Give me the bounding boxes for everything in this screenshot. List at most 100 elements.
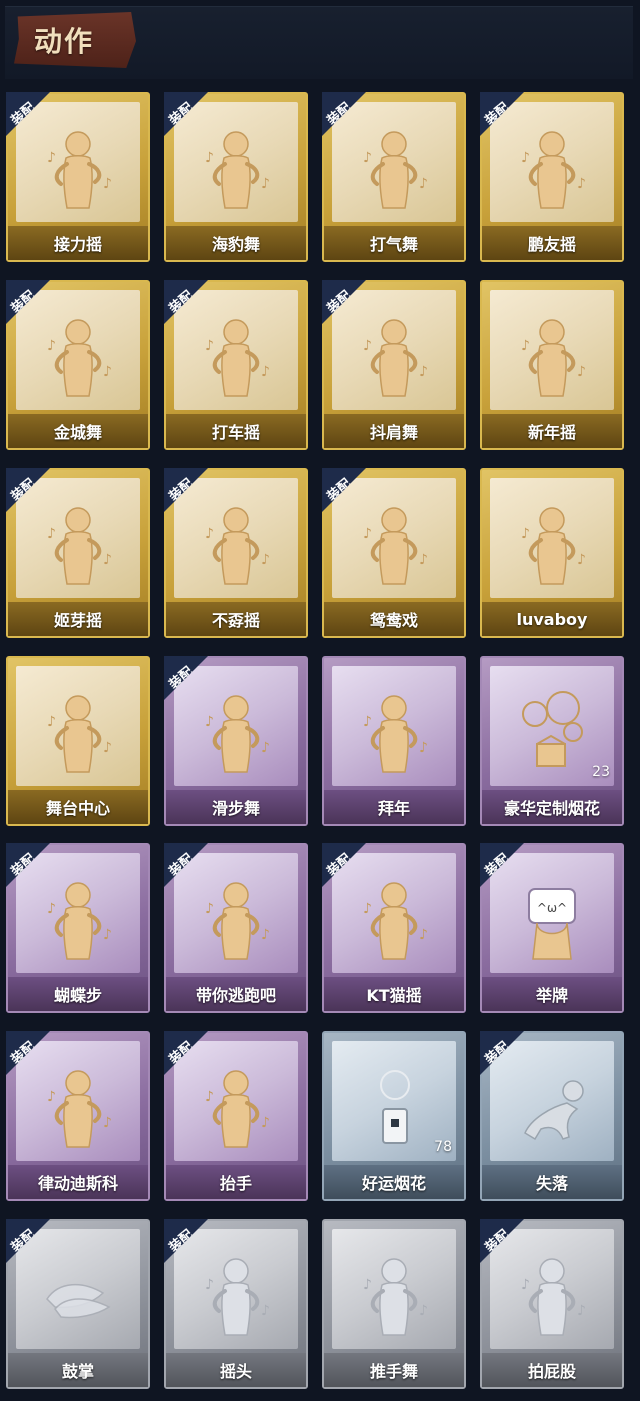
emote-name: 举牌 bbox=[535, 986, 568, 1005]
dance-figure-icon: ♪ ♪ bbox=[507, 124, 597, 210]
emote-name: 摇头 bbox=[219, 1362, 252, 1381]
svg-text:♪: ♪ bbox=[577, 552, 586, 568]
emote-artwork bbox=[16, 1229, 140, 1349]
emote-card[interactable]: ♪ ♪ 装配 蝴蝶步 bbox=[6, 843, 150, 1013]
emote-card[interactable]: ♪ ♪ 装配 律动迪斯科 bbox=[6, 1031, 150, 1201]
svg-text:♪: ♪ bbox=[103, 927, 112, 943]
emote-name-strip: 新年摇 bbox=[482, 414, 622, 448]
emote-artwork: ♪ ♪ bbox=[490, 102, 614, 222]
emote-name: 接力摇 bbox=[53, 235, 102, 254]
emote-name: 律动迪斯科 bbox=[37, 1174, 118, 1193]
emote-card[interactable]: ♪ ♪ 装配 KT猫摇 bbox=[322, 843, 466, 1013]
emote-artwork: ♪ ♪ bbox=[16, 853, 140, 973]
svg-text:♪: ♪ bbox=[103, 1115, 112, 1131]
emote-card[interactable]: 装配 鼓掌 bbox=[6, 1219, 150, 1389]
emote-name-strip: 接力摇 bbox=[8, 226, 148, 260]
emote-card[interactable]: ♪ ♪ 装配 摇头 bbox=[164, 1219, 308, 1389]
emote-card[interactable]: ♪ ♪ 装配 拍屁股 bbox=[480, 1219, 624, 1389]
emote-card[interactable]: 78 好运烟花 bbox=[322, 1031, 466, 1201]
emote-card[interactable]: 装配 失落 bbox=[480, 1031, 624, 1201]
svg-text:♪: ♪ bbox=[363, 714, 372, 730]
emote-card[interactable]: ♪ ♪ 舞台中心 bbox=[6, 656, 150, 826]
emote-card[interactable]: ^ω^ 装配 举牌 bbox=[480, 843, 624, 1013]
emote-card[interactable]: ♪ ♪ 装配 滑步舞 bbox=[164, 656, 308, 826]
emote-name: 好运烟花 bbox=[361, 1174, 426, 1193]
emote-name: luvaboy bbox=[516, 609, 588, 629]
svg-text:♪: ♪ bbox=[363, 1277, 372, 1293]
emote-artwork: ♪ ♪ bbox=[332, 1229, 456, 1349]
emote-card[interactable]: 23 豪华定制烟花 bbox=[480, 656, 624, 826]
emote-grid: ♪ ♪ 装配 接力摇 ♪ ♪ 装配 海豹舞 ♪ ♪ 装配 打气舞 ♪ ♪ 装配 鹏友摇 ♪ ♪ 装配 金城舞 ♪ ♪ 装配打… bbox=[0, 0, 640, 1401]
emote-name: KT猫摇 bbox=[366, 986, 422, 1005]
svg-text:♪: ♪ bbox=[261, 176, 270, 192]
emote-name: 带你逃跑吧 bbox=[195, 986, 276, 1005]
emote-name: 鹏友摇 bbox=[527, 235, 576, 254]
emote-name-strip: 舞台中心 bbox=[8, 790, 148, 824]
svg-text:♪: ♪ bbox=[521, 338, 530, 354]
emote-card[interactable]: ♪ ♪ 装配 抬手 bbox=[164, 1031, 308, 1201]
svg-text:♪: ♪ bbox=[577, 1303, 586, 1319]
svg-text:♪: ♪ bbox=[47, 1089, 56, 1105]
emote-name-strip: 抖肩舞 bbox=[324, 414, 464, 448]
emote-card[interactable]: ♪ ♪ 拜年 bbox=[322, 656, 466, 826]
emote-card[interactable]: ♪ ♪ 装配 鸳鸯戏 bbox=[322, 468, 466, 638]
emote-artwork: ♪ ♪ bbox=[332, 853, 456, 973]
emote-name: 蝴蝶步 bbox=[53, 986, 102, 1005]
emote-name-strip: 带你逃跑吧 bbox=[166, 977, 306, 1011]
dance-figure-icon: ♪ ♪ bbox=[191, 312, 281, 398]
svg-text:♪: ♪ bbox=[103, 552, 112, 568]
emote-name: 姬芽摇 bbox=[53, 611, 102, 630]
svg-text:♪: ♪ bbox=[521, 150, 530, 166]
emote-name-strip: KT猫摇 bbox=[324, 977, 464, 1011]
dance-figure-icon: ♪ ♪ bbox=[33, 312, 123, 398]
emote-artwork bbox=[490, 1041, 614, 1161]
item-count: 23 bbox=[592, 764, 610, 780]
dance-figure-icon: ♪ ♪ bbox=[191, 124, 281, 210]
svg-text:♪: ♪ bbox=[205, 338, 214, 354]
emote-artwork: ♪ ♪ bbox=[332, 666, 456, 786]
emote-artwork: ♪ ♪ bbox=[174, 1041, 298, 1161]
svg-text:♪: ♪ bbox=[419, 927, 428, 943]
dance-figure-icon: ♪ ♪ bbox=[33, 875, 123, 961]
svg-text:♪: ♪ bbox=[363, 901, 372, 917]
emote-artwork: ♪ ♪ bbox=[174, 478, 298, 598]
emote-name: 推手舞 bbox=[369, 1362, 418, 1381]
emote-card[interactable]: ♪ ♪ 装配 姬芽摇 bbox=[6, 468, 150, 638]
svg-text:♪: ♪ bbox=[103, 364, 112, 380]
dance-figure-icon: ♪ ♪ bbox=[349, 688, 439, 774]
emote-card[interactable]: ♪ ♪ 装配 抖肩舞 bbox=[322, 280, 466, 450]
emote-artwork: ♪ ♪ bbox=[174, 290, 298, 410]
emote-name-strip: 举牌 bbox=[482, 977, 622, 1011]
dance-figure-icon: ♪ ♪ bbox=[33, 688, 123, 774]
emote-card[interactable]: ♪ ♪ 装配 不孬摇 bbox=[164, 468, 308, 638]
emote-name: 抬手 bbox=[219, 1174, 252, 1193]
emote-name: 新年摇 bbox=[527, 423, 576, 442]
dance-figure-icon: ♪ ♪ bbox=[349, 875, 439, 961]
emote-card[interactable]: ♪ ♪ 装配 打车摇 bbox=[164, 280, 308, 450]
crawling-figure-icon bbox=[507, 1063, 597, 1149]
emote-card[interactable]: ♪ ♪ luvaboy bbox=[480, 468, 624, 638]
svg-text:♪: ♪ bbox=[419, 1303, 428, 1319]
svg-text:♪: ♪ bbox=[205, 1277, 214, 1293]
emote-artwork: ♪ ♪ bbox=[16, 478, 140, 598]
emote-card[interactable]: ♪ ♪ 装配 打气舞 bbox=[322, 92, 466, 262]
emote-name-strip: 失落 bbox=[482, 1165, 622, 1199]
svg-text:♪: ♪ bbox=[47, 901, 56, 917]
emote-card[interactable]: ♪ ♪ 装配 鹏友摇 bbox=[480, 92, 624, 262]
emote-card[interactable]: ♪ ♪ 新年摇 bbox=[480, 280, 624, 450]
emote-card[interactable]: ♪ ♪ 装配 金城舞 bbox=[6, 280, 150, 450]
emote-artwork: ♪ ♪ bbox=[490, 290, 614, 410]
svg-text:♪: ♪ bbox=[205, 150, 214, 166]
emote-card[interactable]: ♪ ♪ 装配 海豹舞 bbox=[164, 92, 308, 262]
emote-card[interactable]: ♪ ♪ 推手舞 bbox=[322, 1219, 466, 1389]
svg-text:♪: ♪ bbox=[205, 526, 214, 542]
emote-card[interactable]: ♪ ♪ 装配 接力摇 bbox=[6, 92, 150, 262]
emote-name: 鸳鸯戏 bbox=[369, 611, 418, 630]
sign-holder-icon: ^ω^ bbox=[507, 875, 597, 961]
svg-text:♪: ♪ bbox=[205, 1089, 214, 1105]
emote-name: 抖肩舞 bbox=[369, 423, 418, 442]
emote-name-strip: 蝴蝶步 bbox=[8, 977, 148, 1011]
emote-card[interactable]: ♪ ♪ 装配 带你逃跑吧 bbox=[164, 843, 308, 1013]
emote-name-strip: 打车摇 bbox=[166, 414, 306, 448]
svg-text:♪: ♪ bbox=[261, 740, 270, 756]
